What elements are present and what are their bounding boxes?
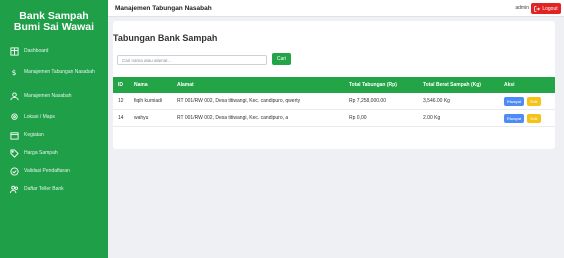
sidebar-item-validasi[interactable]: Validasi Pendaftaran [0, 162, 108, 180]
brand-line-2: Bumi Sai Wawai [13, 21, 95, 33]
riwayat-button[interactable]: Riwayat [504, 113, 524, 123]
cell-nama: fiqih kurniadi [134, 98, 163, 104]
cell-nama: wahyu [134, 115, 149, 121]
tags-icon [9, 148, 19, 158]
cell-aksi: Riwayat Edit [504, 96, 541, 106]
logout-label: Logout [542, 5, 558, 12]
search-button[interactable]: Cari [272, 53, 291, 65]
users-icon [9, 184, 19, 194]
user-icon [9, 91, 19, 101]
header-alamat: Alamat [177, 82, 194, 88]
header-id: ID [118, 82, 123, 88]
cell-berat: 3,546.00 Kg [423, 98, 450, 104]
sidebar-item-label: Harga Sampah [24, 150, 58, 156]
brand: Bank Sampah Bumi Sai Wawai [0, 0, 108, 42]
table-header: ID Nama Alamat Total Tabungan (Rp) Total… [113, 77, 555, 93]
sidebar-item-label: Kegiatan [24, 132, 44, 138]
sidebar: Bank Sampah Bumi Sai Wawai Dashboard $ M… [0, 0, 108, 258]
table-row: 12 fiqih kurniadi RT 001/RW 002, Desa ti… [113, 93, 555, 110]
cell-berat: 2.00 Kg [423, 115, 441, 121]
user-name: admin [515, 5, 529, 11]
app-root: Bank Sampah Bumi Sai Wawai Dashboard $ M… [0, 0, 564, 258]
cell-alamat: RT 001/RW 002, Desa titiwangi, Kec. cand… [177, 98, 301, 104]
edit-button[interactable]: Edit [527, 96, 541, 106]
sidebar-item-label: Manajemen Tabungan Nasabah [24, 69, 95, 75]
search-input[interactable] [117, 55, 267, 65]
sidebar-item-label: Manajemen Nasabah [24, 93, 72, 99]
sidebar-item-dashboard[interactable]: Dashboard [0, 42, 108, 60]
page-title: Tabungan Bank Sampah [113, 33, 218, 43]
sidebar-item-label: Lokasi / Maps [24, 114, 55, 120]
logout-icon [534, 5, 541, 12]
topbar: Manajemen Tabungan Nasabah admin Logout [108, 0, 564, 17]
sidebar-item-kegiatan[interactable]: Kegiatan [0, 126, 108, 144]
cell-id: 12 [118, 98, 124, 104]
cell-tabungan: Rp 7,258,000.00 [349, 98, 386, 104]
riwayat-button[interactable]: Riwayat [504, 96, 524, 106]
tabungan-table: ID Nama Alamat Total Tabungan (Rp) Total… [113, 77, 555, 127]
sidebar-nav: Dashboard $ Manajemen Tabungan Nasabah M… [0, 42, 108, 198]
sidebar-item-teller[interactable]: Daftar Teller Bank [0, 180, 108, 198]
calendar-icon [9, 130, 19, 140]
logout-button[interactable]: Logout [531, 3, 561, 14]
sidebar-item-harga[interactable]: Harga Sampah [0, 144, 108, 162]
header-tabungan: Total Tabungan (Rp) [349, 82, 397, 88]
cell-id: 14 [118, 115, 124, 121]
edit-button[interactable]: Edit [527, 113, 541, 123]
sidebar-item-label: Daftar Teller Bank [24, 186, 64, 192]
svg-text:$: $ [11, 68, 16, 77]
header-nama: Nama [134, 82, 148, 88]
sidebar-item-nasabah[interactable]: Manajemen Nasabah [0, 84, 108, 108]
cell-alamat: RT 001/RW 002, Desa titiwangi, Kec. cand… [177, 115, 289, 121]
cell-tabungan: Rp 0,00 [349, 115, 367, 121]
map-pin-icon [9, 112, 19, 122]
table-row: 14 wahyu RT 001/RW 002, Desa titiwangi, … [113, 110, 555, 127]
main-content: Tabungan Bank Sampah Cari ID Nama Alamat… [108, 17, 564, 258]
check-circle-icon [9, 166, 19, 176]
dollar-icon: $ [9, 67, 19, 77]
sidebar-item-label: Dashboard [24, 48, 49, 54]
grid-icon [9, 46, 19, 56]
topbar-title: Manajemen Tabungan Nasabah [115, 4, 212, 12]
sidebar-item-label: Validasi Pendaftaran [24, 168, 70, 174]
cell-aksi: Riwayat Edit [504, 113, 541, 123]
sidebar-item-tabungan[interactable]: $ Manajemen Tabungan Nasabah [0, 60, 108, 84]
header-aksi: Aksi [504, 82, 515, 88]
header-berat: Total Berat Sampah (Kg) [423, 82, 481, 88]
sidebar-item-maps[interactable]: Lokasi / Maps [0, 108, 108, 126]
